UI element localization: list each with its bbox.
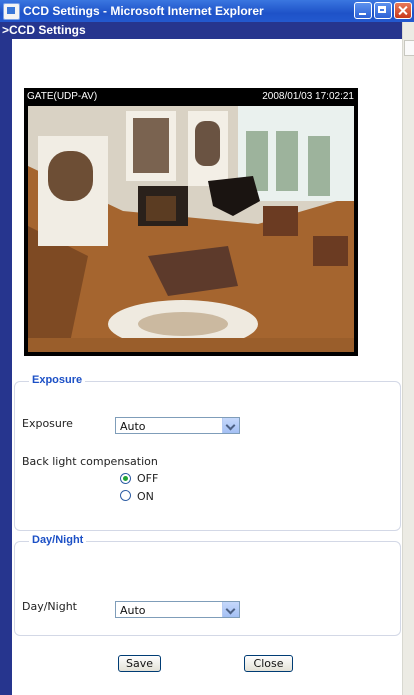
- window-title: CCD Settings - Microsoft Internet Explor…: [23, 4, 264, 18]
- left-border: [0, 39, 12, 695]
- window-title-bar: CCD Settings - Microsoft Internet Explor…: [0, 0, 414, 22]
- daynight-label: Day/Night: [22, 600, 77, 613]
- video-timestamp: 2008/01/03 17:02:21: [262, 91, 354, 102]
- exposure-legend: Exposure: [29, 374, 86, 386]
- backlight-off-label: OFF: [137, 472, 159, 485]
- browser-icon: [3, 3, 20, 20]
- daynight-select-value: Auto: [120, 604, 146, 617]
- camera-name: GATE(UDP-AV): [27, 91, 98, 102]
- save-button[interactable]: Save: [118, 655, 161, 672]
- backlight-label: Back light compensation: [22, 455, 158, 468]
- minimize-icon[interactable]: [354, 2, 372, 19]
- close-button[interactable]: Close: [244, 655, 293, 672]
- chevron-down-icon[interactable]: [222, 418, 239, 433]
- close-window-icon[interactable]: [394, 2, 412, 19]
- exposure-select-value: Auto: [120, 420, 146, 433]
- exposure-select[interactable]: Auto: [115, 417, 240, 434]
- daynight-group: Day/Night: [14, 534, 401, 636]
- backlight-on-label: ON: [137, 490, 154, 503]
- backlight-on-radio[interactable]: [120, 490, 131, 501]
- camera-image: [28, 106, 354, 352]
- daynight-legend: Day/Night: [29, 534, 87, 546]
- daynight-select[interactable]: Auto: [115, 601, 240, 618]
- exposure-label: Exposure: [22, 417, 73, 430]
- backlight-off-radio[interactable]: [120, 473, 131, 484]
- vertical-scrollbar[interactable]: [402, 22, 414, 695]
- maximize-icon[interactable]: [374, 2, 392, 19]
- page-header: >CCD Settings: [0, 22, 402, 39]
- live-video-view: GATE(UDP-AV) 2008/01/03 17:02:21: [24, 88, 358, 356]
- scrollbar-thumb[interactable]: [404, 40, 414, 56]
- chevron-down-icon[interactable]: [222, 602, 239, 617]
